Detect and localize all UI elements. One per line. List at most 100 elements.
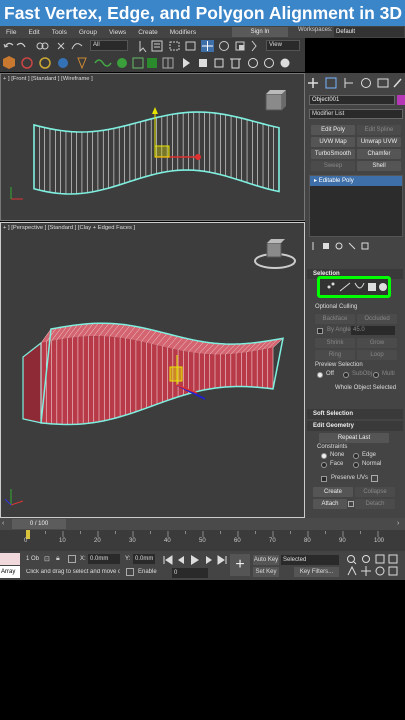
go-to-start-icon[interactable] [163,555,173,565]
menu-modifiers[interactable]: Modifiers [164,29,202,36]
configure-sets-icon[interactable] [361,242,369,250]
undo-icon[interactable] [3,42,14,48]
remove-modifier-icon[interactable] [348,242,356,250]
create-tab-icon[interactable] [308,78,318,88]
unwrap-uvw-button[interactable]: Unwrap UVW [357,137,401,147]
time-slider-next-icon[interactable]: › [397,520,399,527]
edit-geometry-rollout-header[interactable]: Edit Geometry [307,421,403,431]
isolate-icon[interactable]: ⊡ [44,555,50,563]
play-icon[interactable] [183,58,190,68]
selection-filter-dropdown[interactable]: All [90,40,128,51]
create-button[interactable]: Create [313,487,353,497]
turbosmooth-button[interactable]: TurboSmooth [311,149,355,159]
lights-icon[interactable] [39,57,51,69]
edit-spline-button[interactable]: Edit Spline [357,125,401,135]
make-unique-icon[interactable] [335,242,343,250]
time-tag-icon[interactable] [126,568,134,576]
menu-edit[interactable]: Edit [22,29,45,36]
uvw-map-button[interactable]: UVW Map [311,137,355,147]
menu-create[interactable]: Create [132,29,164,36]
stack-item-editable-poly[interactable]: ▸ Editable Poly [310,176,402,186]
link-icon[interactable] [36,42,49,50]
key-mode-dropdown[interactable]: Selected [281,555,339,565]
play-animation-icon[interactable] [191,555,199,565]
backface-button[interactable]: Backface [315,314,355,324]
rotate-icon[interactable] [219,41,229,51]
persp-view-cube-icon[interactable] [254,239,296,269]
preview-off-radio[interactable] [317,372,323,378]
select-object-icon[interactable] [139,41,147,53]
maximize-viewport-icon[interactable] [388,566,398,576]
zoom-extents-icon[interactable] [375,554,385,564]
set-key-big-button[interactable]: + [230,554,250,576]
front-viewport[interactable]: + ] [Front ] [Standard ] [Wireframe ] [0,73,305,221]
move-icon[interactable] [201,40,214,52]
record-icon[interactable] [214,58,224,68]
constraint-none-radio[interactable] [321,453,327,459]
detach-button[interactable]: Detach [355,499,395,509]
shapes-icon[interactable] [21,57,33,69]
place-icon[interactable] [251,40,257,52]
object-color-swatch[interactable] [397,95,405,105]
select-by-name-icon[interactable] [151,40,163,52]
constraint-face-radio[interactable] [321,462,327,468]
menu-tools[interactable]: Tools [46,29,73,36]
y-coord-field[interactable]: 0.0mm [133,554,155,564]
by-angle-checkbox[interactable] [317,328,323,334]
modifier-list-dropdown[interactable]: Modifier List [309,109,403,119]
pan-icon[interactable] [361,566,371,576]
zoom-all-icon[interactable] [362,555,370,563]
reference-coord-dropdown[interactable]: View [266,40,300,51]
soft-selection-rollout-header[interactable]: Soft Selection [307,409,403,419]
go-to-end-icon[interactable] [217,555,227,565]
hierarchy-tab-icon[interactable] [344,78,353,88]
cameras-icon[interactable] [58,58,68,68]
maxscript-array-field[interactable]: Array [0,566,20,578]
workspace-dropdown[interactable]: Default [334,27,404,37]
snap-icon[interactable] [132,57,144,69]
sign-in-button[interactable]: Sign In [232,27,288,37]
set-key-button[interactable]: Set Key [253,567,279,577]
orbit-icon[interactable] [375,566,385,576]
menu-group[interactable]: Group [73,29,103,36]
attach-settings-icon[interactable] [348,501,354,507]
vertex-mode-icon[interactable] [327,282,335,289]
polygon-mode-icon[interactable] [368,283,376,291]
enable-text[interactable]: Enable [138,569,157,575]
perspective-viewport[interactable]: + ] [Perspective ] [Standard ] [Clay + E… [0,222,305,518]
red-mesh-object[interactable] [22,322,284,426]
attach-button[interactable]: Attach [313,499,347,509]
shell-button[interactable]: Shell [357,161,401,171]
preserve-uvs-checkbox[interactable] [321,476,327,482]
utilities-tab-icon[interactable] [393,78,402,88]
time-slider[interactable]: ‹ 0 / 100 › [0,518,405,530]
zoom-icon[interactable] [347,555,357,565]
constraint-edge-radio[interactable] [353,453,359,459]
loop-button[interactable]: Loop [357,350,397,360]
collapse-button[interactable]: Collapse [355,487,395,497]
window-crossing-icon[interactable] [185,41,196,51]
shrink-button[interactable]: Shrink [315,338,355,348]
chamfer-button[interactable]: Chamfer [357,149,401,159]
display-tab-icon[interactable] [377,78,389,88]
redo-icon[interactable] [16,42,26,48]
modify-tab-icon[interactable] [325,77,337,89]
scale-icon[interactable] [235,41,245,51]
systems-icon[interactable] [117,58,127,68]
render-icon[interactable] [280,58,290,68]
angle-snap-icon[interactable] [147,58,157,68]
rect-selection-icon[interactable] [169,41,180,51]
grow-button[interactable]: Grow [357,338,397,348]
render-frame-icon[interactable] [264,58,274,68]
constraint-normal-radio[interactable] [353,462,359,468]
absolute-mode-icon[interactable] [68,555,76,563]
auto-key-button[interactable]: Auto Key [253,555,279,565]
preview-subobj-radio[interactable] [343,372,349,378]
preview-multi-radio[interactable] [373,372,379,378]
ring-button[interactable]: Ring [315,350,355,360]
x-coord-field[interactable]: 0.0mm [88,554,120,564]
show-end-result-icon[interactable] [323,243,329,249]
menu-views[interactable]: Views [103,29,132,36]
grid-icon[interactable] [162,57,174,69]
repeat-last-button[interactable]: Repeat Last [319,433,389,443]
